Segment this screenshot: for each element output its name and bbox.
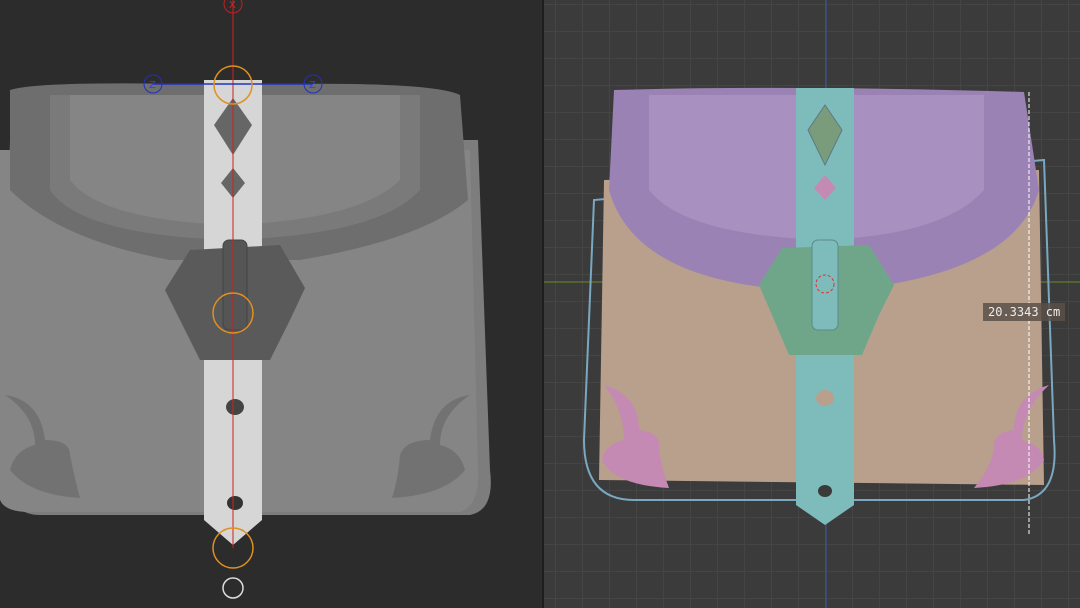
gizmo-z-left-label: Z <box>149 80 156 91</box>
bag-model-gray: X Z Z <box>0 0 491 599</box>
gizmo-x-label: X <box>229 0 236 11</box>
sculpt-viewport-left[interactable]: X Z Z <box>0 0 542 608</box>
measurement-readout: 20.3343 cm <box>983 303 1066 321</box>
gizmo-z-right-label: Z <box>309 80 316 91</box>
